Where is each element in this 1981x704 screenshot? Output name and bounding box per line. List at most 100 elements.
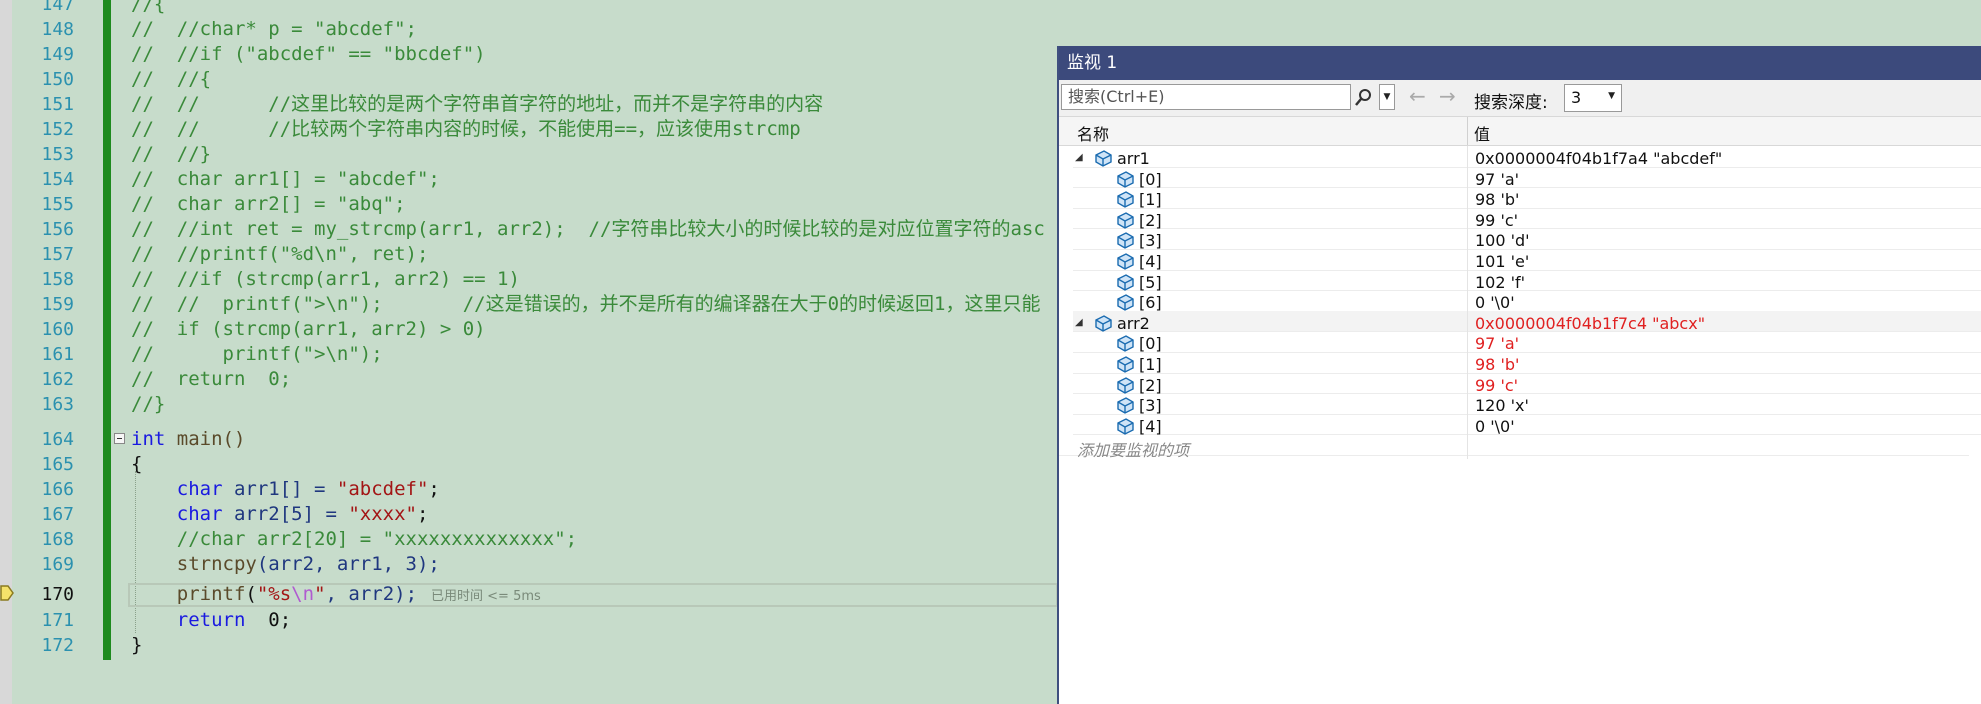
watch-item-name[interactable]: [0] (1139, 334, 1162, 353)
watch-window-title[interactable]: 监视 1 (1059, 46, 1981, 80)
watch-element-row[interactable]: [1] 98 'b' (1073, 352, 1981, 377)
code-line[interactable]: 149 // //if ("abcdef" == "bbcdef") (0, 42, 1060, 67)
watch-item-value[interactable]: 0 '\0' (1475, 417, 1515, 436)
watch-item-name[interactable]: [4] (1139, 417, 1162, 436)
watch-element-row[interactable]: [2] 99 'c' (1073, 372, 1981, 398)
watch-item-value[interactable]: 101 'e' (1475, 252, 1529, 271)
object-variable-icon (1095, 150, 1112, 167)
watch-element-row[interactable]: [3] 100 'd' (1073, 228, 1981, 254)
watch-item-name[interactable]: [2] (1139, 211, 1162, 230)
line-number: 150 (41, 69, 74, 90)
watch-item-name[interactable]: [2] (1139, 376, 1162, 395)
code-line[interactable]: 158 // //if (strcmp(arr1, arr2) == 1) (0, 267, 1060, 292)
code-line[interactable]: 155 // char arr2[] = "abq"; (0, 192, 1060, 217)
code-line[interactable]: 150 // //{ (0, 67, 1060, 92)
code-line[interactable]: 163 //} (0, 392, 1060, 417)
watch-item-name[interactable]: [3] (1139, 231, 1162, 250)
code-line[interactable]: 157 // //printf("%d\n", ret); (0, 242, 1060, 267)
forward-arrow-icon[interactable]: → (1439, 84, 1456, 108)
code-line[interactable]: 162 // return 0; (0, 367, 1060, 392)
watch-element-row[interactable]: [0] 97 'a' (1073, 331, 1981, 357)
watch-variable-row[interactable]: ◢ arr1 0x0000004f04b1f7a4 "abcdef" (1073, 146, 1981, 171)
search-depth-select[interactable]: 3 ▼ (1564, 84, 1622, 112)
watch-variable-row[interactable]: ◢ arr2 0x0000004f04b1f7c4 "abcx" (1073, 310, 1981, 336)
code-text: //{ (131, 0, 166, 15)
expand-collapse-icon[interactable]: ◢ (1075, 317, 1083, 328)
column-divider[interactable] (1467, 117, 1468, 145)
code-text: int main() (131, 427, 245, 452)
code-line[interactable]: 154 // char arr1[] = "abcdef"; (0, 167, 1060, 192)
watch-item-value[interactable]: 0 '\0' (1475, 293, 1515, 312)
code-line[interactable]: 171 return 0; (0, 608, 1060, 633)
code-line[interactable]: 148 // //char* p = "abcdef"; (0, 17, 1060, 42)
watch-item-value[interactable]: 98 'b' (1475, 190, 1519, 209)
code-line-current[interactable]: 170 printf("%s\n", arr2); 已用时间 <= 5ms (0, 582, 1060, 607)
watch-item-value[interactable]: 97 'a' (1475, 170, 1519, 189)
watch-element-row[interactable]: [0] 97 'a' (1073, 166, 1981, 192)
watch-window[interactable]: 监视 1 搜索(Ctrl+E) ▼ ← → 搜索深度: 3 ▼ 名称 值 ◢ ar… (1057, 46, 1981, 704)
search-icon[interactable] (1353, 88, 1373, 108)
code-text: //char arr2[20] = "xxxxxxxxxxxxxx"; (131, 528, 578, 550)
watch-item-value[interactable]: 0x0000004f04b1f7c4 "abcx" (1475, 314, 1705, 333)
watch-item-name[interactable]: [4] (1139, 252, 1162, 271)
watch-element-row[interactable]: [5] 102 'f' (1073, 269, 1981, 295)
watch-element-row[interactable]: [4] 101 'e' (1073, 249, 1981, 274)
watch-item-name[interactable]: [6] (1139, 293, 1162, 312)
watch-item-value[interactable]: 99 'c' (1475, 376, 1518, 395)
code-line[interactable]: 153 // //} (0, 142, 1060, 167)
code-line[interactable]: 161 // printf(">\n"); (0, 342, 1060, 367)
object-variable-icon (1117, 335, 1134, 353)
line-number: 151 (41, 94, 74, 115)
code-line[interactable]: 167 char arr2[5] = "xxxx"; (0, 502, 1060, 527)
watch-item-value[interactable]: 102 'f' (1475, 273, 1525, 292)
code-text: // // //比较两个字符串内容的时候，不能使用==，应该使用strcmp (131, 118, 801, 140)
search-options-dropdown[interactable]: ▼ (1379, 84, 1395, 110)
code-line[interactable]: 172 } (0, 633, 1060, 658)
code-line[interactable]: 147 //{ (0, 0, 1060, 17)
back-arrow-icon[interactable]: ← (1409, 84, 1426, 108)
column-header-value[interactable]: 值 (1474, 121, 1490, 145)
watch-item-name[interactable]: [0] (1139, 170, 1162, 189)
code-line[interactable]: 166 char arr1[] = "abcdef"; (0, 477, 1060, 502)
watch-item-value[interactable]: 100 'd' (1475, 231, 1530, 250)
code-value: 0; (245, 609, 292, 631)
code-line[interactable]: 165 { (0, 452, 1060, 477)
object-variable-icon (1117, 191, 1134, 208)
line-number: 165 (41, 454, 74, 475)
watch-element-row[interactable]: [1] 98 'b' (1073, 187, 1981, 213)
watch-item-name[interactable]: [1] (1139, 190, 1162, 209)
column-header-name[interactable]: 名称 (1077, 121, 1109, 145)
code-text: // return 0; (131, 368, 292, 390)
line-number: 168 (41, 529, 74, 550)
watch-element-row[interactable]: [3] 120 'x' (1073, 393, 1981, 419)
add-watch-item-label[interactable]: 添加要监视的项 (1077, 437, 1189, 461)
watch-item-name[interactable]: [5] (1139, 273, 1162, 292)
search-input[interactable]: 搜索(Ctrl+E) (1061, 84, 1351, 110)
watch-item-value[interactable]: 98 'b' (1475, 355, 1519, 374)
line-number: 162 (41, 369, 74, 390)
code-text: // //} (131, 143, 212, 165)
watch-item-name[interactable]: arr1 (1117, 149, 1150, 168)
watch-item-value[interactable]: 99 'c' (1475, 211, 1518, 230)
code-text: // char arr2[] = "abq"; (131, 193, 406, 215)
watch-element-row[interactable]: [6] 0 '\0' (1073, 290, 1981, 316)
watch-element-row[interactable]: [4] 0 '\0' (1073, 413, 1981, 439)
code-line[interactable]: 164 int main() (0, 427, 1060, 452)
watch-item-name[interactable]: [3] (1139, 396, 1162, 415)
watch-item-name[interactable]: [1] (1139, 355, 1162, 374)
code-line[interactable]: 152 // // //比较两个字符串内容的时候，不能使用==，应该使用strcm… (0, 117, 1060, 142)
watch-item-value[interactable]: 0x0000004f04b1f7a4 "abcdef" (1475, 149, 1722, 168)
watch-item-value[interactable]: 120 'x' (1475, 396, 1529, 415)
code-line[interactable]: 169 strncpy(arr2, arr1, 3); (0, 552, 1060, 577)
code-line[interactable]: 160 // if (strcmp(arr1, arr2) > 0) (0, 317, 1060, 342)
add-watch-row[interactable]: 添加要监视的项 (1059, 434, 1969, 460)
code-line[interactable]: 168 //char arr2[20] = "xxxxxxxxxxxxxx"; (0, 527, 1060, 552)
code-line[interactable]: 156 // //int ret = my_strcmp(arr1, arr2);… (0, 217, 1060, 242)
expand-collapse-icon[interactable]: ◢ (1075, 152, 1083, 163)
line-number: 163 (41, 394, 74, 415)
watch-element-row[interactable]: [2] 99 'c' (1073, 207, 1981, 233)
watch-item-value[interactable]: 97 'a' (1475, 334, 1519, 353)
code-line[interactable]: 151 // // //这里比较的是两个字符串首字符的地址，而并不是字符串的内容 (0, 92, 1060, 117)
watch-item-name[interactable]: arr2 (1117, 314, 1150, 333)
code-line[interactable]: 159 // // printf(">\n"); //这是错误的，并不是所有的编译… (0, 292, 1060, 317)
